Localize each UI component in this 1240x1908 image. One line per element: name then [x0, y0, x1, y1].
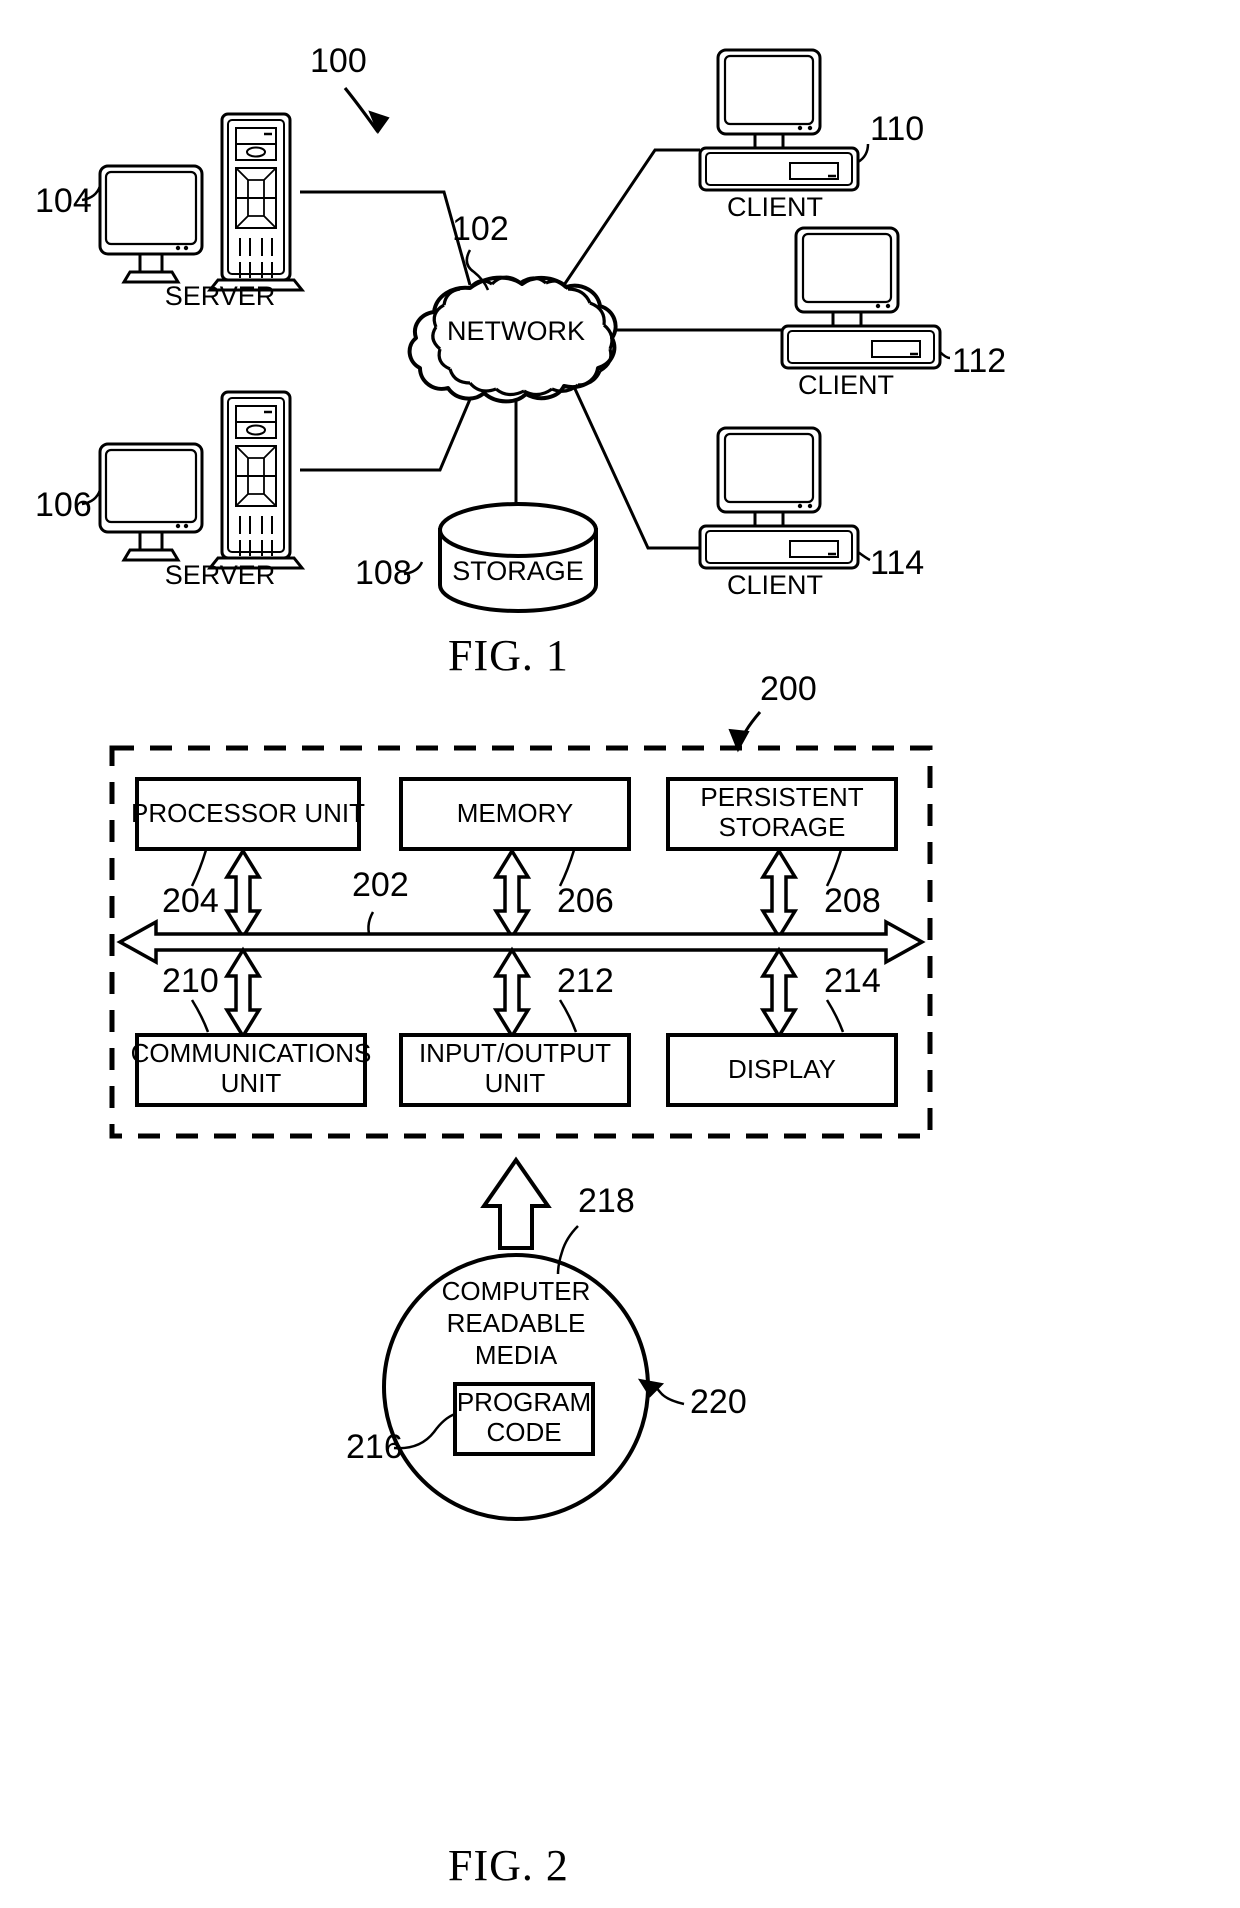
media-label-line1: COMPUTER [442, 1276, 591, 1306]
box-display-label: DISPLAY [728, 1054, 836, 1084]
ref-206: 206 [557, 882, 614, 920]
figure-1: SERVER 104 SERVER 106 NETWORK 102 STORAG… [35, 42, 1006, 613]
arrow-bus-communications [223, 946, 263, 1040]
server-104-label: SERVER [165, 281, 276, 311]
ref-214: 214 [824, 962, 881, 1000]
fig2-bottom-arrows [223, 946, 799, 1040]
box-processor-unit-label: PROCESSOR UNIT [131, 798, 365, 828]
program-code-label-line2: CODE [486, 1417, 561, 1447]
network-label: NETWORK [447, 316, 585, 346]
computer-readable-media-218: COMPUTER READABLE MEDIA PROGRAM CODE [382, 1253, 650, 1521]
ref-220: 220 [690, 1383, 747, 1421]
storage-label: STORAGE [452, 556, 584, 586]
client-112-label: CLIENT [798, 370, 894, 400]
ref-110: 110 [870, 110, 924, 148]
arrow-bus-display [759, 946, 799, 1040]
fig2-bottom-boxes: COMMUNICATIONS UNIT INPUT/OUTPUT UNIT DI… [131, 1033, 898, 1107]
arrow-storage-bus [759, 847, 799, 941]
fig2-top-arrows [223, 847, 799, 941]
server-104 [98, 112, 306, 292]
figure-1-caption: FIG. 1 [448, 631, 569, 680]
ref-202: 202 [352, 866, 409, 904]
client-114 [698, 426, 860, 570]
storage-108: STORAGE [438, 502, 598, 613]
ref-200: 200 [760, 670, 817, 708]
ref-114: 114 [870, 544, 924, 582]
ref-204: 204 [162, 882, 219, 920]
box-input-output-unit-label-line2: UNIT [485, 1068, 546, 1098]
leader-214 [825, 999, 845, 1033]
figure-2: 200 PROCESSOR UNIT MEMORY PERSISTENT STO… [109, 670, 933, 1521]
ref-218: 218 [578, 1182, 635, 1220]
arrow-processor-bus [223, 847, 263, 941]
box-persistent-storage-label-line2: STORAGE [719, 812, 846, 842]
box-persistent-storage-label-line1: PERSISTENT [700, 782, 863, 812]
media-label-line3: MEDIA [475, 1340, 558, 1370]
link-network-client110 [560, 148, 700, 289]
media-load-arrow [480, 1156, 552, 1250]
leader-204 [190, 849, 208, 887]
box-input-output-unit-label-line1: INPUT/OUTPUT [419, 1038, 611, 1068]
network-cloud-102: NETWORK [407, 275, 618, 404]
leader-206 [558, 849, 576, 887]
client-114-label: CLIENT [727, 570, 823, 600]
ref-212: 212 [557, 962, 614, 1000]
leader-212 [558, 999, 578, 1033]
leader-208 [825, 849, 843, 887]
client-112 [780, 226, 942, 370]
leader-114 [857, 550, 871, 562]
patent-drawing-sheet: SERVER 104 SERVER 106 NETWORK 102 STORAG… [35, 42, 1006, 1521]
figure-2-caption: FIG. 2 [448, 1841, 569, 1890]
ref-208: 208 [824, 882, 881, 920]
box-communications-unit-label-line2: UNIT [221, 1068, 282, 1098]
server-106-label: SERVER [165, 560, 276, 590]
arrow-bus-io [492, 946, 532, 1040]
leader-100 [343, 86, 380, 133]
ref-112: 112 [952, 342, 1006, 380]
ref-102: 102 [452, 210, 509, 248]
ref-108: 108 [355, 554, 412, 592]
client-110 [698, 48, 860, 192]
server-106 [98, 390, 306, 570]
box-memory-label: MEMORY [457, 798, 574, 828]
link-server106-network [300, 384, 478, 472]
ref-100: 100 [310, 42, 367, 80]
program-code-label-line1: PROGRAM [457, 1387, 591, 1417]
media-label-line2: READABLE [447, 1308, 586, 1338]
ref-210: 210 [162, 962, 219, 1000]
fig2-top-boxes: PROCESSOR UNIT MEMORY PERSISTENT STORAGE [131, 777, 898, 851]
link-server104-network [300, 190, 472, 286]
box-communications-unit-label-line1: COMMUNICATIONS [131, 1038, 372, 1068]
client-110-label: CLIENT [727, 192, 823, 222]
leader-210 [190, 999, 210, 1033]
arrow-memory-bus [492, 847, 532, 941]
